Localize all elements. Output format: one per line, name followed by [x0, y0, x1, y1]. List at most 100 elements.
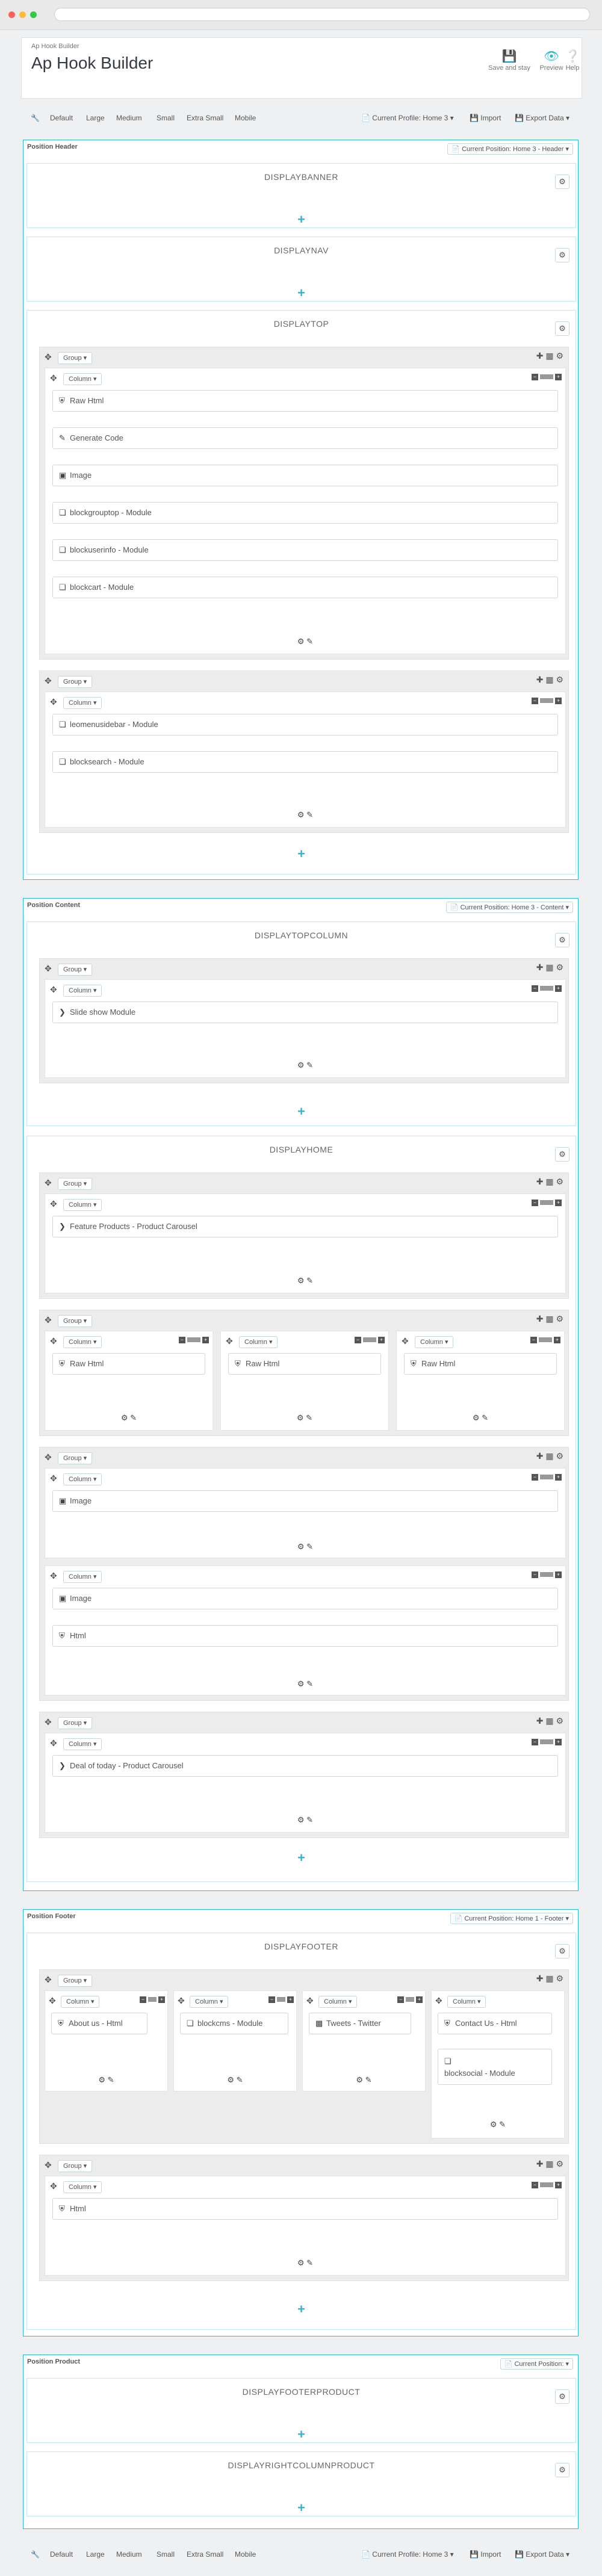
size-extra-small[interactable]: Extra Small — [187, 114, 223, 122]
size-mobile[interactable]: Mobile — [235, 114, 256, 122]
gear-icon[interactable]: ⚙ — [555, 248, 569, 262]
breadcrumb[interactable]: Ap Hook Builder — [31, 43, 79, 50]
wrench-icon[interactable]: 🔧 — [31, 114, 40, 122]
add-group-button[interactable]: + — [27, 285, 576, 301]
widget-html[interactable]: ⛨ About us - Html — [51, 2013, 147, 2034]
column-footer-actions[interactable]: ⚙ ✎ — [45, 2075, 167, 2085]
preview-button[interactable]: 👁 Preview — [536, 49, 566, 72]
widget-product-carousel[interactable]: ❯ Deal of today - Product Carousel — [52, 1755, 558, 1777]
widget-raw-html[interactable]: ⛨ Raw Html — [404, 1353, 557, 1375]
column-footer-actions[interactable]: ⚙ ✎ — [432, 2120, 564, 2129]
column-size-controls[interactable]: − + — [530, 1336, 560, 1343]
column-dropdown[interactable]: Column ▾ — [63, 1199, 102, 1211]
column-dropdown[interactable]: Column ▾ — [63, 1571, 102, 1583]
move-icon[interactable]: ✥ — [226, 1336, 233, 1346]
move-icon[interactable]: ✥ — [45, 1975, 52, 1985]
group-dropdown[interactable]: Group ▾ — [58, 2160, 93, 2172]
column-size-controls[interactable]: − + — [179, 1336, 209, 1343]
widget-image[interactable]: ▣ Image — [52, 1588, 558, 1609]
size-medium[interactable]: Medium — [116, 2550, 142, 2559]
widget-module[interactable]: ❏ blockcms - Module — [180, 2013, 288, 2034]
maximize-window-icon[interactable] — [30, 11, 37, 18]
column-dropdown[interactable]: Column ▾ — [415, 1336, 454, 1348]
move-icon[interactable]: ✥ — [50, 1336, 57, 1346]
move-icon[interactable]: ✥ — [45, 1717, 52, 1727]
group-actions[interactable]: ✚ ▦ ⚙ — [536, 2159, 563, 2169]
help-button[interactable]: ❔ Help — [563, 49, 582, 72]
move-icon[interactable]: ✥ — [50, 1199, 57, 1209]
column-size-controls[interactable]: − + — [355, 1336, 385, 1343]
export-data-button[interactable]: 💾 Export Data ▾ — [515, 2550, 569, 2559]
widget-module[interactable]: ❏ leomenusidebar - Module — [52, 714, 558, 735]
profile-dropdown[interactable]: 📄 Current Profile: Home 3 ▾ — [361, 2550, 454, 2559]
move-icon[interactable]: ✥ — [45, 1315, 52, 1325]
widget-module[interactable]: ❏ blocksearch - Module — [52, 751, 558, 773]
widget-product-carousel[interactable]: ❯ Feature Products - Product Carousel — [52, 1216, 558, 1237]
group-actions[interactable]: ✚ ▦ ⚙ — [536, 675, 563, 685]
position-product-dropdown[interactable]: 📄 Current Position: ▾ — [500, 2358, 573, 2370]
column-dropdown[interactable]: Column ▾ — [63, 985, 102, 997]
size-extra-small[interactable]: Extra Small — [187, 2550, 223, 2559]
column-footer-actions[interactable]: ⚙ ✎ — [45, 2258, 565, 2268]
position-header-dropdown[interactable]: 📄 Current Position: Home 3 - Header ▾ — [447, 143, 573, 155]
column-dropdown[interactable]: Column ▾ — [63, 1473, 102, 1485]
group-dropdown[interactable]: Group ▾ — [58, 1178, 93, 1190]
widget-image[interactable]: ▣ Image — [52, 465, 558, 486]
column-size-controls[interactable]: − + — [397, 1996, 423, 2003]
widget-html[interactable]: ⛨ Html — [52, 1625, 558, 1647]
move-icon[interactable]: ✥ — [45, 352, 52, 362]
move-icon[interactable]: ✥ — [178, 1996, 185, 2006]
move-icon[interactable]: ✥ — [50, 985, 57, 995]
group-dropdown[interactable]: Group ▾ — [58, 1717, 93, 1729]
column-dropdown[interactable]: Column ▾ — [63, 1738, 102, 1750]
widget-raw-html[interactable]: ⛨ Raw Html — [52, 1353, 205, 1375]
add-group-button[interactable]: + — [27, 2427, 576, 2442]
move-icon[interactable]: ✥ — [45, 676, 52, 686]
size-large[interactable]: Large — [86, 2550, 105, 2559]
column-size-controls[interactable]: − + — [532, 1738, 562, 1745]
gear-icon[interactable]: ⚙ — [555, 1147, 569, 1162]
size-mobile[interactable]: Mobile — [235, 2550, 256, 2559]
widget-module[interactable]: ❏ blockuserinfo - Module — [52, 539, 558, 561]
column-size-controls[interactable]: − + — [532, 1199, 562, 1206]
column-footer-actions[interactable]: ⚙ ✎ — [45, 1276, 565, 1286]
move-icon[interactable]: ✥ — [50, 697, 57, 707]
group-dropdown[interactable]: Group ▾ — [58, 676, 93, 688]
move-icon[interactable]: ✥ — [50, 2181, 57, 2191]
group-actions[interactable]: ✚ ▦ ⚙ — [536, 1314, 563, 1324]
column-dropdown[interactable]: Column ▾ — [239, 1336, 278, 1348]
group-actions[interactable]: ✚ ▦ ⚙ — [536, 1974, 563, 1984]
add-group-button[interactable]: + — [27, 1104, 576, 1119]
group-dropdown[interactable]: Group ▾ — [58, 964, 93, 976]
widget-image[interactable]: ▣ Image — [52, 1490, 558, 1512]
column-dropdown[interactable]: Column ▾ — [318, 1996, 358, 2008]
column-size-controls[interactable]: − + — [532, 1473, 562, 1481]
import-button[interactable]: 💾 Import — [470, 114, 501, 122]
move-icon[interactable]: ✥ — [402, 1336, 409, 1346]
size-default[interactable]: Default — [50, 2550, 73, 2559]
column-dropdown[interactable]: Column ▾ — [63, 697, 102, 709]
group-dropdown[interactable]: Group ▾ — [58, 1975, 93, 1987]
add-group-button[interactable]: + — [27, 212, 576, 228]
move-icon[interactable]: ✥ — [45, 1178, 52, 1188]
gear-icon[interactable]: ⚙ — [555, 2389, 569, 2404]
column-footer-actions[interactable]: ⚙ ✎ — [45, 1815, 565, 1825]
column-size-controls[interactable]: − + — [532, 2181, 562, 2188]
move-icon[interactable]: ✥ — [45, 1452, 52, 1463]
widget-generate-code[interactable]: ✎ Generate Code — [52, 427, 558, 449]
wrench-icon[interactable]: 🔧 — [31, 2550, 40, 2559]
position-content-dropdown[interactable]: 📄 Current Position: Home 3 - Content ▾ — [445, 902, 573, 913]
column-dropdown[interactable]: Column ▾ — [63, 2181, 102, 2193]
add-group-button[interactable]: + — [27, 2500, 576, 2516]
widget-html[interactable]: ⛨ Contact Us - Html — [438, 2013, 552, 2034]
column-size-controls[interactable]: − + — [532, 1571, 562, 1578]
group-dropdown[interactable]: Group ▾ — [58, 1315, 93, 1327]
size-default[interactable]: Default — [50, 114, 73, 122]
column-size-controls[interactable]: − + — [268, 1996, 294, 2003]
widget-raw-html[interactable]: ⛨ Raw Html — [52, 390, 558, 412]
widget-html[interactable]: ⛨ Html — [52, 2198, 558, 2220]
gear-icon[interactable]: ⚙ — [555, 933, 569, 947]
column-footer-actions[interactable]: ⚙ ✎ — [45, 1413, 213, 1423]
column-footer-actions[interactable]: ⚙ ✎ — [397, 1413, 564, 1423]
column-dropdown[interactable]: Column ▾ — [190, 1996, 229, 2008]
